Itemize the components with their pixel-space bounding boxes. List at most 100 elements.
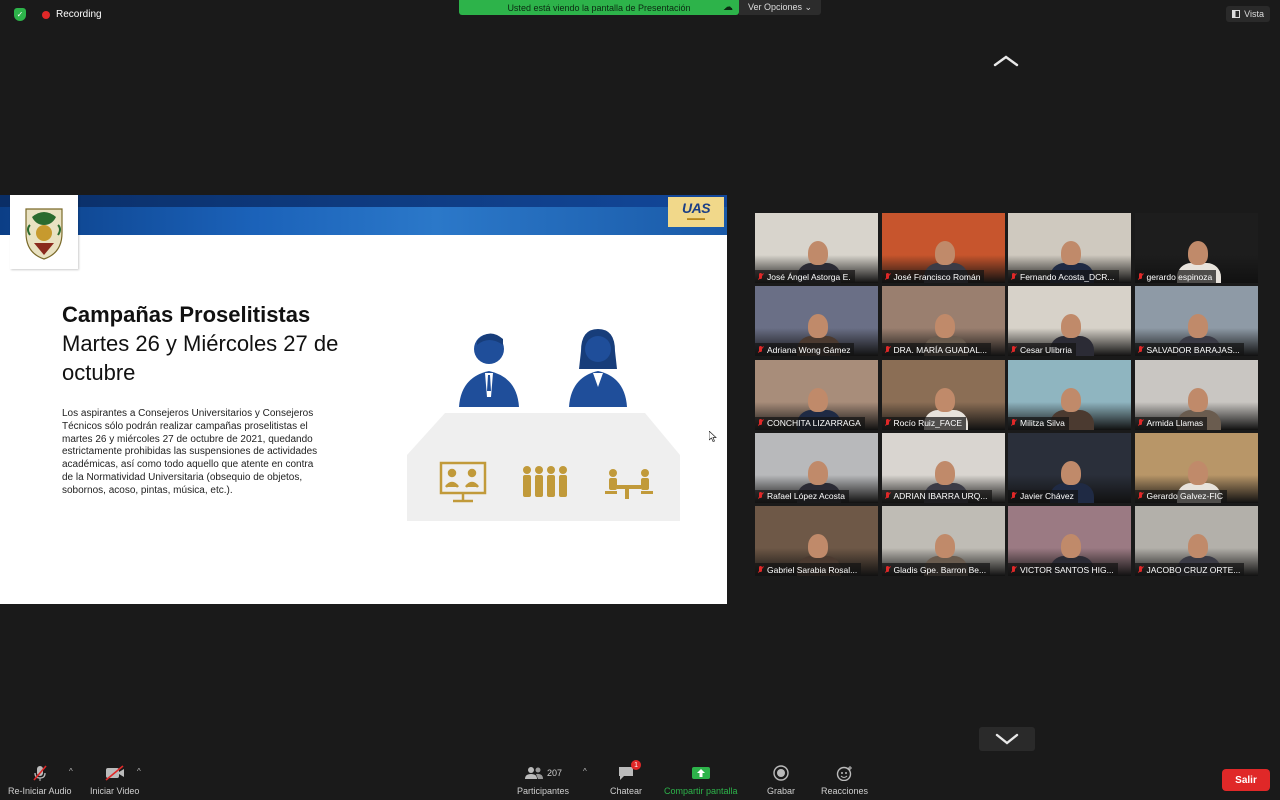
participant-name: Armida Llamas xyxy=(1146,418,1204,429)
video-options-caret[interactable]: ^ xyxy=(137,767,141,776)
participant-tile[interactable]: Javier Chávez xyxy=(1008,432,1131,503)
participant-tile[interactable]: Cesar Ulibrria xyxy=(1008,286,1131,357)
participant-name-label: Armida Llamas xyxy=(1134,416,1208,430)
record-button[interactable]: Grabar xyxy=(767,764,795,796)
view-button[interactable]: Vista xyxy=(1226,6,1270,22)
participant-name: JACOBO CRUZ ORTE... xyxy=(1146,564,1241,575)
participant-name-label: Gabriel Sarabia Rosal... xyxy=(755,563,862,577)
participant-name: VICTOR SANTOS HIG... xyxy=(1020,564,1114,575)
share-screen-button[interactable]: Compartir pantalla xyxy=(664,764,738,796)
participant-face xyxy=(1187,314,1208,339)
participant-face xyxy=(1187,241,1208,265)
participant-face xyxy=(934,460,955,485)
microphone-muted-icon xyxy=(1137,492,1144,500)
participant-face xyxy=(808,314,828,339)
participant-tile[interactable]: Adriana Wong Gámez xyxy=(755,286,878,357)
participant-tile[interactable]: Rocío Ruiz_FACE xyxy=(881,359,1005,430)
microphone-muted-icon xyxy=(1010,345,1017,354)
grid-view-icon xyxy=(1232,10,1241,18)
participants-button[interactable]: 207 Participantes xyxy=(517,764,569,796)
participant-name: Gabriel Sarabia Rosal... xyxy=(767,564,858,575)
participant-tile[interactable]: Gabriel Sarabia Rosal... xyxy=(755,506,878,577)
participant-tile[interactable]: Gladis Gpe. Barron Be... xyxy=(881,506,1005,577)
participant-tile[interactable]: Rafael López Acosta xyxy=(755,432,878,503)
participant-gallery: José Ángel Astorga E. José Francisco Romá… xyxy=(755,213,1258,577)
microphone-muted-icon xyxy=(1137,272,1144,281)
chat-unread-badge: 1 xyxy=(631,760,642,770)
meeting-toolbar: Re-Iniciar Audio ^ Iniciar Video ^ 207 P… xyxy=(0,760,1280,800)
microphone-muted-icon xyxy=(1137,419,1144,427)
participant-tile[interactable]: ADRIAN IBARRA URQ... xyxy=(881,432,1005,503)
slide-body-text: Los aspirantes a Consejeros Universitari… xyxy=(62,408,318,496)
participant-name: Cesar Ulibrria xyxy=(1020,344,1072,355)
participant-name-label: ADRIAN IBARRA URQ... xyxy=(881,489,992,503)
leave-meeting-button[interactable]: Salir xyxy=(1222,769,1270,791)
slide-title: Campañas Proselitistas xyxy=(62,302,311,327)
microphone-muted-icon xyxy=(1137,565,1144,574)
participant-tile[interactable]: Militza Silva xyxy=(1008,359,1131,430)
microphone-muted-icon xyxy=(884,565,891,574)
microphone-muted-icon xyxy=(884,419,891,427)
shared-presentation: UAS ▬▬▬ Campañas Proselitistas Martes 26… xyxy=(0,195,727,604)
microphone-muted-icon xyxy=(757,419,764,427)
chevron-up-icon[interactable] xyxy=(993,54,1019,68)
participant-face xyxy=(934,534,955,559)
participant-name-label: gerardo espinoza xyxy=(1134,270,1217,283)
cloud-icon: ☁ xyxy=(723,2,733,13)
microphone-muted-icon xyxy=(1010,565,1017,574)
participant-name-label: Gerardo Galvez-FIC xyxy=(1134,489,1228,503)
participant-name-label: CONCHITA LIZARRAGA xyxy=(755,416,865,430)
participant-name: Militza Silva xyxy=(1020,418,1065,429)
chat-button[interactable]: 1 Chatear xyxy=(610,760,642,796)
recording-label: Recording xyxy=(56,9,102,20)
participant-tile[interactable]: Armida Llamas xyxy=(1134,359,1258,430)
participant-face xyxy=(1187,460,1208,485)
participant-tile[interactable]: VICTOR SANTOS HIG... xyxy=(1008,506,1131,577)
participant-face xyxy=(1187,387,1208,412)
microphone-muted-icon xyxy=(31,764,49,782)
participants-count: 207 xyxy=(547,768,563,778)
microphone-muted-icon xyxy=(884,345,891,354)
participant-tile[interactable]: JACOBO CRUZ ORTE... xyxy=(1134,506,1258,577)
microphone-muted-icon xyxy=(884,492,891,500)
microphone-muted-icon xyxy=(757,272,764,281)
microphone-muted-icon xyxy=(884,272,891,281)
participant-tile[interactable]: gerardo espinoza xyxy=(1134,213,1258,283)
recording-indicator[interactable]: ✓ Recording xyxy=(14,8,102,21)
participant-name: Gerardo Galvez-FIC xyxy=(1146,491,1224,502)
view-button-label: Vista xyxy=(1244,9,1264,19)
participants-options-caret[interactable]: ^ xyxy=(583,767,587,776)
participant-name-label: Fernando Acosta_DCR... xyxy=(1008,270,1119,283)
participant-tile[interactable]: CONCHITA LIZARRAGA xyxy=(755,359,878,430)
security-shield-icon[interactable]: ✓ xyxy=(14,8,26,21)
male-candidate-icon xyxy=(459,333,519,407)
participant-tile[interactable]: José Ángel Astorga E. xyxy=(755,213,878,283)
participant-face xyxy=(934,314,955,339)
uas-logo: UAS ▬▬▬ xyxy=(668,197,724,227)
participant-name-label: José Ángel Astorga E. xyxy=(755,270,855,283)
video-camera-off-icon xyxy=(104,764,126,782)
slide-subtitle: Martes 26 y Miércoles 27 de octubre xyxy=(62,331,339,385)
audio-button[interactable]: Re-Iniciar Audio xyxy=(8,764,72,796)
participant-name-label: Militza Silva xyxy=(1008,416,1069,430)
participant-tile[interactable]: Gerardo Galvez-FIC xyxy=(1134,432,1258,503)
participant-name: SALVADOR BARAJAS... xyxy=(1146,344,1240,355)
video-button[interactable]: Iniciar Video xyxy=(90,764,139,796)
participant-tile[interactable]: Fernando Acosta_DCR... xyxy=(1008,213,1131,283)
participant-name-label: Gladis Gpe. Barron Be... xyxy=(881,563,991,577)
chat-bubble-icon: 1 xyxy=(617,760,642,782)
audio-options-caret[interactable]: ^ xyxy=(69,767,73,776)
university-crest-tab xyxy=(10,195,78,269)
share-screen-icon xyxy=(691,764,711,782)
participant-face xyxy=(808,387,828,412)
participant-tile[interactable]: José Francisco Román xyxy=(881,213,1005,283)
election-illustration xyxy=(407,329,680,521)
participant-name-label: JACOBO CRUZ ORTE... xyxy=(1134,563,1245,577)
participant-name: José Ángel Astorga E. xyxy=(767,271,851,282)
reactions-button[interactable]: Reacciones xyxy=(821,764,868,796)
participant-tile[interactable]: DRA. MARÍA GUADAL... xyxy=(881,286,1005,357)
view-options-button[interactable]: Ver Opciones ⌄ xyxy=(739,0,821,15)
participant-tile[interactable]: SALVADOR BARAJAS... xyxy=(1134,286,1258,357)
collapse-gallery-button[interactable] xyxy=(979,727,1035,751)
participant-name: Rocío Ruiz_FACE xyxy=(893,418,963,429)
